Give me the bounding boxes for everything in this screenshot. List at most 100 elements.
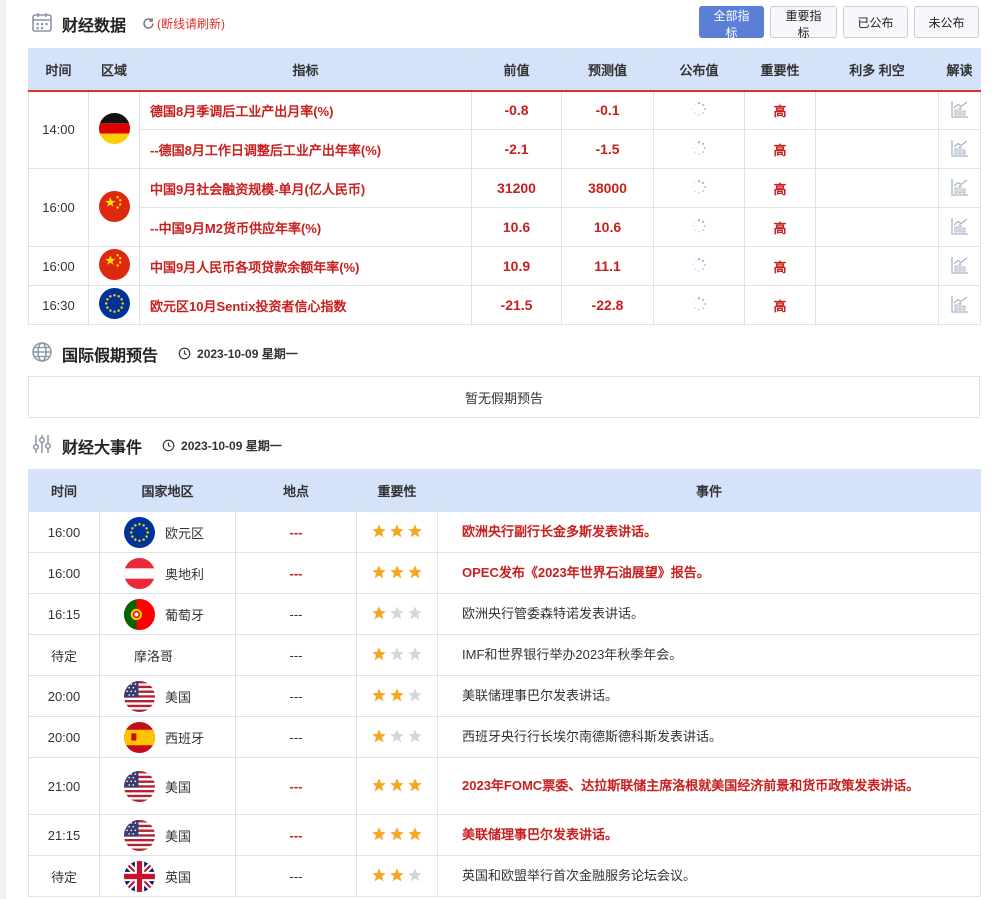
refresh-link[interactable]: (断线请刷新) [142,15,225,32]
holiday-date-text: 2023-10-09 星期一 [197,347,298,361]
event-description[interactable]: 英国和欧盟举行首次金融服务论坛会议。 [437,855,981,897]
event-importance [356,593,438,635]
event-description[interactable]: IMF和世界银行举办2023年秋季年会。 [437,634,981,676]
indicator-row[interactable]: 16:30 欧元区10月Sentix投资者信心指数 -21.5 -22.8 高 [28,285,981,325]
event-description[interactable]: OPEC发布《2023年世界石油展望》报告。 [437,552,981,594]
event-description[interactable]: 西班牙央行行长埃尔南德斯德科斯发表讲话。 [437,716,981,758]
country-name: 英国 [165,869,192,885]
event-country-cell: 奥地利 [99,552,236,594]
event-row[interactable]: 16:15 葡萄牙 --- 欧洲央行管委森特诺发表讲话。 [28,593,981,635]
event-row[interactable]: 21:00 美国 --- 2023年FOMC票委、达拉斯联储主席洛根就美国经济前景和货… [28,757,981,815]
event-description[interactable]: 2023年FOMC票委、达拉斯联储主席洛根就美国经济前景和货币政策发表讲话。 [437,757,981,815]
actual-value-cell [653,285,745,325]
header-col-event: 事件 [437,469,981,512]
calendar-table: 时间 区域 指标 前值 预测值 公布值 重要性 利多 利空 解读 14:00 德国8月季调后工业产… [28,48,981,325]
calendar-table-header: 时间 区域 指标 前值 预测值 公布值 重要性 利多 利空 解读 [28,48,981,92]
indicator-name[interactable]: 德国8月季调后工业产出月率(%) [139,90,472,130]
analysis-cell[interactable] [938,129,981,169]
holiday-date: 2023-10-09 星期一 [178,345,298,362]
event-row[interactable]: 21:15 美国 --- 美联储理事巴尔发表讲话。 [28,814,981,856]
analysis-cell[interactable] [938,90,981,130]
country-name: 西班牙 [165,730,205,746]
events-header: 财经大事件 2023-10-09 星期一 [30,432,282,459]
event-row[interactable]: 20:00 西班牙 --- 西班牙央行行长埃尔南德斯德科斯发表讲话。 [28,716,981,758]
holiday-empty-box: 暂无假期预告 [28,376,980,418]
china-flag-icon [98,190,130,222]
analysis-cell[interactable] [938,246,981,286]
time-cell: 16:00 [28,246,89,286]
filter-all-button[interactable]: 全部指标 [699,6,764,40]
loading-icon [691,179,707,198]
filter-unpublished-button[interactable]: 未公布 [914,6,979,38]
event-location: --- [235,593,357,635]
indicator-row[interactable]: 16:00 中国9月人民币各项贷款余额年率(%) 10.9 11.1 高 [28,246,981,286]
analysis-cell[interactable] [938,285,981,325]
chart-icon[interactable] [950,178,970,200]
indicator-name[interactable]: 欧元区10月Sentix投资者信心指数 [139,285,472,325]
event-row[interactable]: 20:00 美国 --- 美联储理事巴尔发表讲话。 [28,675,981,717]
event-description[interactable]: 欧洲央行管委森特诺发表讲话。 [437,593,981,635]
holiday-header: 国际假期预告 2023-10-09 星期一 [30,340,298,367]
calendar-header: 财经数据 (断线请刷新) [30,10,225,37]
actual-value-cell [653,90,745,130]
star-rating [370,564,424,580]
actual-value-cell [653,246,745,286]
indicator-row[interactable]: 14:00 德国8月季调后工业产出月率(%) -0.8 -0.1 高 [28,90,981,169]
event-importance [356,757,438,815]
prev-value: 10.6 [471,207,562,247]
country-name: 奥地利 [165,566,205,582]
star-rating [370,777,424,793]
prev-value: 31200 [471,168,562,208]
header-col-forecast: 预测值 [561,48,654,92]
chart-icon[interactable] [950,100,970,122]
forecast-value: -0.1 [561,90,654,130]
event-importance [356,634,438,676]
event-time: 待定 [28,634,100,676]
indicator-row[interactable]: --中国9月M2货币供应年率(%) 10.6 10.6 高 [29,207,981,247]
importance-value: 高 [744,246,816,286]
event-description[interactable]: 美联储理事巴尔发表讲话。 [437,814,981,856]
analysis-cell[interactable] [938,207,981,247]
chart-icon[interactable] [950,256,970,278]
chart-icon[interactable] [950,295,970,317]
header-col-time: 时间 [28,469,100,512]
event-location: --- [235,634,357,676]
indicator-name[interactable]: 中国9月社会融资规模-单月(亿人民币) [139,168,472,208]
chart-icon[interactable] [950,217,970,239]
indicator-row[interactable]: --德国8月工作日调整后工业产出年率(%) -2.1 -1.5 高 [29,129,981,169]
prev-value: -2.1 [471,129,562,169]
event-description[interactable]: 欧洲央行副行长金多斯发表讲话。 [437,511,981,553]
event-importance [356,855,438,897]
germany-flag-icon [98,112,130,144]
filter-published-button[interactable]: 已公布 [843,6,908,38]
event-country-cell: 西班牙 [99,716,236,758]
impact-cell [815,285,939,325]
event-row[interactable]: 16:00 奥地利 --- OPEC发布《2023年世界石油展望》报告。 [28,552,981,594]
event-description[interactable]: 美联储理事巴尔发表讲话。 [437,675,981,717]
calendar-title: 财经数据 [62,17,127,35]
country-name: 摩洛哥 [134,648,174,664]
star-rating [370,826,424,842]
indicator-name[interactable]: --中国9月M2货币供应年率(%) [139,207,472,247]
event-row[interactable]: 16:00 欧元区 --- 欧洲央行副行长金多斯发表讲话。 [28,511,981,553]
event-importance [356,511,438,553]
header-col-impact: 利多 利空 [815,48,939,92]
header-col-indicator: 指标 [139,48,472,92]
usa-flag-icon [124,680,155,712]
impact-cell [815,90,939,130]
filter-important-button[interactable]: 重要指标 [770,6,837,40]
indicator-name[interactable]: 中国9月人民币各项贷款余额年率(%) [139,246,472,286]
country-name: 葡萄牙 [165,607,205,623]
chart-icon[interactable] [950,139,970,161]
indicator-name[interactable]: --德国8月工作日调整后工业产出年率(%) [139,129,472,169]
event-row[interactable]: 待定 摩洛哥 --- IMF和世界银行举办2023年秋季年会。 [28,634,981,676]
event-row[interactable]: 待定 英国 --- 英国和欧盟举行首次金融服务论坛会议。 [28,855,981,897]
event-time: 待定 [28,855,100,897]
event-time: 20:00 [28,716,100,758]
country-name: 美国 [165,828,192,844]
header-col-analysis: 解读 [938,48,981,92]
header-col-location: 地点 [235,469,357,512]
analysis-cell[interactable] [938,168,981,208]
time-cell: 16:00 [28,168,89,247]
indicator-row[interactable]: 16:00 中国9月社会融资规模-单月(亿人民币) 31200 38000 高 [28,168,981,247]
